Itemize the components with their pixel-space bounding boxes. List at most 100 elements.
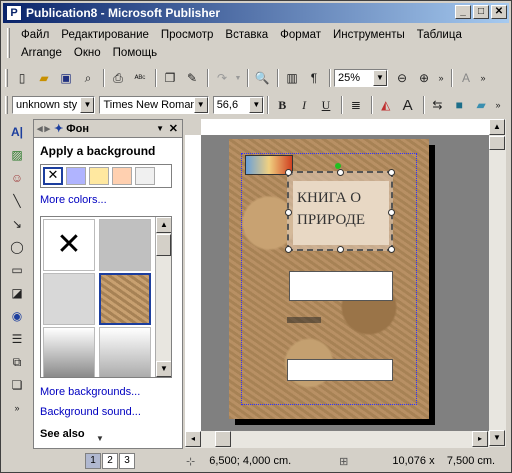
style-select[interactable]: unknown sty ▼ — [12, 96, 96, 114]
toolbar-overflow-icon[interactable]: » — [493, 95, 503, 115]
swatch-gray[interactable] — [135, 167, 155, 185]
gallery-scrollbar[interactable]: ▲ ▼ — [155, 217, 171, 377]
resize-handle[interactable] — [388, 209, 395, 216]
publication-page[interactable]: КНИГА О ПРИРОДЕ — [229, 139, 429, 419]
vertical-scroll-thumb[interactable] — [489, 136, 505, 150]
font-size-select[interactable]: 56,6 ▼ — [212, 96, 265, 114]
print-icon[interactable]: ⎙ — [108, 68, 128, 88]
toolbar-grip[interactable] — [5, 96, 8, 114]
design-gallery-icon[interactable]: ❏ — [7, 375, 27, 395]
no-fill-swatch[interactable]: ✕ — [43, 167, 63, 185]
italic-button[interactable]: I — [294, 95, 314, 115]
gallery-scroll-thumb[interactable] — [156, 234, 171, 256]
resize-handle[interactable] — [337, 169, 344, 176]
text-style-icon[interactable]: A — [456, 68, 476, 88]
forward-arrow-icon[interactable]: ▸ — [45, 122, 51, 135]
fill-color-icon[interactable]: ◭ — [376, 95, 396, 115]
font-size-grow-icon[interactable]: A — [398, 95, 418, 115]
redo-icon[interactable]: ↷ — [212, 68, 232, 88]
chevron-down-icon[interactable]: ▼ — [193, 97, 208, 113]
oval-tool-icon[interactable]: ◯ — [7, 237, 27, 257]
bold-button[interactable]: B — [272, 95, 292, 115]
menu-format[interactable]: Формат — [274, 29, 327, 41]
task-pane-close-icon[interactable]: ✕ — [169, 122, 178, 135]
close-button[interactable]: ✕ — [491, 5, 507, 19]
copy-icon[interactable]: ❐ — [160, 68, 180, 88]
horizontal-ruler[interactable] — [201, 119, 489, 135]
menu-file[interactable]: Файл — [15, 29, 55, 41]
zoom-out-icon[interactable]: ⊖ — [392, 68, 412, 88]
menu-arrange[interactable]: Arrange — [15, 47, 68, 59]
vertical-scrollbar[interactable]: ▲ ▼ — [489, 119, 506, 447]
ruler-corner[interactable] — [185, 119, 201, 135]
rectangle-tool-icon[interactable]: ▭ — [7, 260, 27, 280]
new-icon[interactable]: ▯ — [12, 68, 32, 88]
underline-button[interactable]: U — [316, 95, 336, 115]
swatch-blue[interactable] — [66, 167, 86, 185]
line-tool-icon[interactable]: ╲ — [7, 191, 27, 211]
pilcrow-icon[interactable]: ¶ — [304, 68, 324, 88]
menubar-grip[interactable] — [7, 28, 10, 58]
redo-dropdown-icon[interactable]: ▼ — [234, 68, 242, 88]
resize-handle[interactable] — [388, 246, 395, 253]
zoom-select[interactable]: 25% ▼ — [334, 69, 388, 87]
chevron-down-icon[interactable]: ▼ — [249, 97, 264, 113]
clip-art-icon[interactable]: ☺ — [7, 168, 27, 188]
back-arrow-icon[interactable]: ◂ — [37, 122, 43, 135]
line-spacing-icon[interactable]: ⇆ — [428, 95, 448, 115]
more-colors-link[interactable]: More colors... — [34, 194, 182, 206]
scroll-up-icon[interactable]: ▲ — [489, 119, 505, 135]
chevron-down-icon[interactable]: ▼ — [80, 97, 95, 113]
gallery-item-paper-texture[interactable] — [99, 273, 151, 325]
menu-edit[interactable]: Редактирование — [55, 29, 155, 41]
chevron-down-icon[interactable]: ▼ — [373, 70, 387, 86]
page-1-button[interactable]: 1 — [85, 453, 101, 469]
pane-scroll-down-icon[interactable]: ▼ — [96, 434, 104, 443]
scroll-left-icon[interactable]: ◂ — [185, 431, 201, 447]
menu-help[interactable]: Помощь — [107, 47, 163, 59]
task-pane-menu-icon[interactable]: ▼ — [156, 124, 164, 133]
justify-icon[interactable]: ≣ — [346, 95, 366, 115]
scroll-up-icon[interactable]: ▲ — [156, 217, 171, 233]
page-2-button[interactable]: 2 — [102, 453, 118, 469]
resize-handle[interactable] — [337, 246, 344, 253]
columns-icon[interactable]: ▥ — [282, 68, 302, 88]
format-painter-icon[interactable]: ✎ — [182, 68, 202, 88]
horizontal-scrollbar[interactable]: ◂ ▸ — [185, 431, 489, 448]
title-text-frame[interactable]: КНИГА О ПРИРОДЕ — [285, 163, 395, 253]
spelling-icon[interactable]: ᴬᴮᶜ — [130, 68, 150, 88]
menu-window[interactable]: Окно — [68, 47, 107, 59]
scroll-down-icon[interactable]: ▼ — [156, 361, 171, 377]
gallery-item[interactable] — [43, 273, 95, 325]
scroll-down-icon[interactable]: ▼ — [489, 430, 505, 446]
picture-frame-icon[interactable]: ▨ — [7, 145, 27, 165]
resize-handle[interactable] — [285, 246, 292, 253]
toolbar-grip[interactable] — [5, 69, 8, 87]
arrow-tool-icon[interactable]: ↘ — [7, 214, 27, 234]
form-control-icon[interactable]: ☰ — [7, 329, 27, 349]
open-icon[interactable]: ▰ — [34, 68, 54, 88]
vertical-ruler[interactable] — [185, 135, 201, 431]
publisher-app-icon[interactable]: P — [6, 5, 22, 21]
maximize-button[interactable]: □ — [473, 5, 489, 19]
more-backgrounds-link[interactable]: More backgrounds... — [34, 386, 140, 398]
toolbar-overflow-icon[interactable]: » — [7, 398, 27, 418]
page-3-button[interactable]: 3 — [119, 453, 135, 469]
font-select[interactable]: Times New Roman ▼ — [99, 96, 209, 114]
toolbar-overflow-icon[interactable]: » — [436, 68, 446, 88]
menu-table[interactable]: Таблица — [411, 29, 468, 41]
background-sound-link[interactable]: Background sound... — [34, 406, 141, 418]
shadow-icon[interactable]: ■ — [449, 95, 469, 115]
text-frame[interactable] — [287, 359, 393, 381]
resize-handle[interactable] — [285, 169, 292, 176]
swatch-yellow[interactable] — [89, 167, 109, 185]
text-fragment[interactable] — [287, 317, 321, 323]
gallery-item[interactable] — [99, 327, 151, 377]
save-icon[interactable]: ▣ — [56, 68, 76, 88]
hotspot-icon[interactable]: ◉ — [7, 306, 27, 326]
menu-insert[interactable]: Вставка — [219, 29, 274, 41]
gallery-item[interactable] — [99, 219, 151, 271]
toolbar-overflow-icon[interactable]: » — [478, 68, 488, 88]
menu-view[interactable]: Просмотр — [155, 29, 220, 41]
3d-icon[interactable]: ▰ — [471, 95, 491, 115]
